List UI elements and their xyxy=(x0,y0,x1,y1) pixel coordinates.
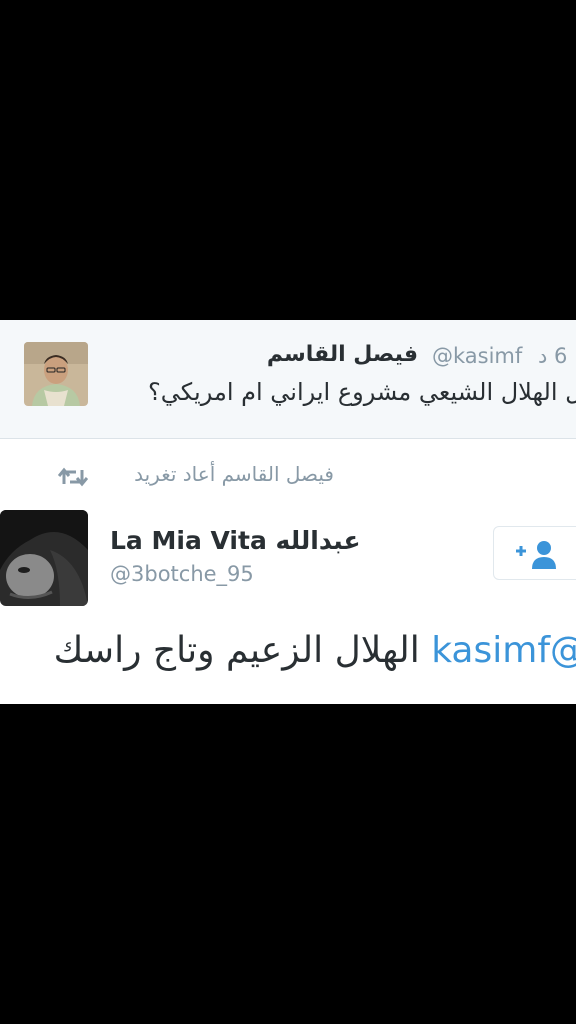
retweet-icon xyxy=(57,464,89,490)
retweet-context-text[interactable]: فيصل القاسم أعاد تغريد xyxy=(134,462,334,486)
follow-button[interactable] xyxy=(493,526,576,580)
quoted-author-name[interactable]: فيصل القاسم xyxy=(267,342,418,367)
quoted-tweet-text: هل الهلال الشيعي مشروع ايراني ام امريكي؟ xyxy=(148,378,576,406)
tweet-body: الهلال الزعيم وتاج راسك xyxy=(53,630,420,671)
quoted-tweet[interactable]: فيصل القاسم @kasimf 6 د هل الهلال الشيعي… xyxy=(0,320,576,439)
quoted-tweet-time[interactable]: 6 د xyxy=(538,344,567,368)
user-display-name[interactable]: La Mia Vita عبدالله xyxy=(110,526,361,555)
add-user-icon xyxy=(510,539,566,569)
quoted-author-handle[interactable]: @kasimf xyxy=(432,344,522,368)
user-handle[interactable]: @3botche_95 xyxy=(110,562,254,586)
quoted-author-avatar[interactable] xyxy=(24,342,88,406)
retweet-context: فيصل القاسم أعاد تغريد xyxy=(0,460,576,494)
tweet-text: @kasimf الهلال الزعيم وتاج راسك xyxy=(54,630,576,671)
user-avatar[interactable] xyxy=(0,510,88,606)
tweet-screenshot: فيصل القاسم @kasimf 6 د هل الهلال الشيعي… xyxy=(0,320,576,704)
mention-link[interactable]: @kasimf xyxy=(431,630,576,671)
